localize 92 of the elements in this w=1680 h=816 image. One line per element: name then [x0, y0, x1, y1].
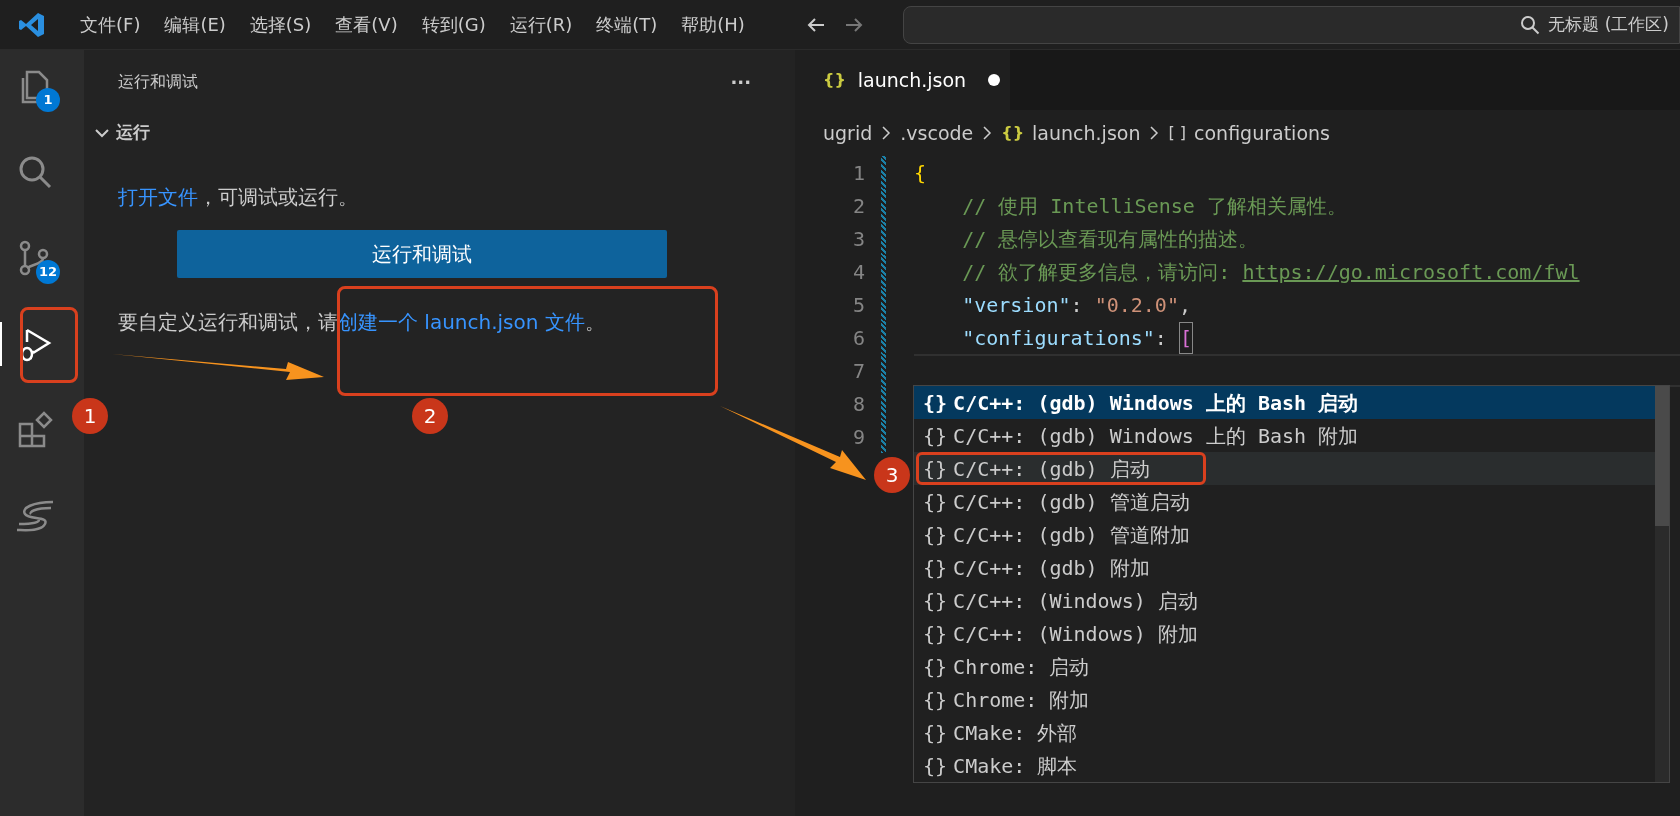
suggestion-item[interactable]: {} Chrome: 启动 — [914, 650, 1655, 683]
symbol-icon: {} — [1001, 121, 1025, 145]
menu-item[interactable]: 运行(R) — [497, 11, 585, 38]
suggestion-label: C/C++: (gdb) Windows 上的 Bash 附加 — [953, 422, 1359, 450]
suggestion-label: CMake: 脚本 — [953, 752, 1078, 780]
run-debug-button[interactable]: 运行和调试 — [177, 230, 667, 278]
braces-icon: {} — [923, 684, 948, 715]
braces-icon: {} — [923, 717, 948, 748]
suggestion-label: C/C++: (gdb) 管道附加 — [953, 521, 1190, 549]
suggestion-label: C/C++: (gdb) Windows 上的 Bash 启动 — [953, 389, 1359, 417]
code-text: { — [914, 159, 927, 187]
line-number: 1 — [851, 159, 865, 187]
chevron-icon — [981, 124, 994, 142]
code-text: // 悬停以查看现有属性的描述。 — [961, 225, 1259, 253]
suggestion-label: C/C++: (Windows) 启动 — [953, 587, 1198, 615]
more-actions[interactable]: ··· — [730, 68, 751, 96]
editor-tab[interactable]: {} launch.json — [795, 50, 1010, 110]
suggestion-item[interactable]: {} CMake: 脚本 — [914, 749, 1655, 782]
suggestion-item[interactable]: {} C/C++: (gdb) 管道附加 — [914, 518, 1655, 551]
line-number: 4 — [851, 258, 865, 286]
menu-item[interactable]: 文件(F) — [68, 11, 153, 38]
open-file-link[interactable]: 打开文件 — [118, 185, 198, 209]
suggestion-label: C/C++: (gdb) 启动 — [953, 455, 1150, 483]
open-file-text: 打开文件，可调试或运行。 — [117, 184, 359, 211]
code-text: , — [1178, 291, 1191, 319]
braces-icon: {} — [923, 387, 948, 418]
count-badge: 1 — [36, 88, 60, 112]
code-text: "0.2.0" — [1094, 291, 1179, 319]
suggestion-label: C/C++: (gdb) 附加 — [953, 554, 1150, 582]
breadcrumb-item[interactable]: .vscode — [900, 118, 974, 148]
code-text: : — [1070, 291, 1084, 319]
line-number: 5 — [851, 291, 865, 319]
line-number: 8 — [851, 390, 865, 418]
braces-icon: {} — [923, 750, 948, 781]
symbol-icon: [ ] — [1168, 121, 1187, 145]
suggestion-item[interactable]: {} Chrome: 附加 — [914, 683, 1655, 716]
code-text: https://go.microsoft.com/fwl — [1242, 258, 1580, 286]
customize-text: 要自定义运行和调试，请创建一个 launch.json 文件。 — [84, 307, 795, 337]
suggestion-item[interactable]: {} C/C++: (gdb) Windows 上的 Bash 启动 — [914, 386, 1655, 419]
suggestion-label: C/C++: (gdb) 管道启动 — [953, 488, 1190, 516]
suggestion-item[interactable]: {} C/C++: (gdb) 启动 — [914, 452, 1655, 485]
braces-icon: {} — [923, 585, 948, 616]
breadcrumb-item[interactable]: ugrid — [823, 118, 873, 148]
code-text: : — [1154, 324, 1168, 352]
line-number: 9 — [851, 423, 865, 451]
braces-icon: {} — [923, 651, 948, 682]
sidebar-title: 运行和调试 — [118, 71, 198, 93]
breadcrumb-item[interactable]: configurations — [1194, 118, 1330, 148]
menu-item[interactable]: 转到(G) — [409, 11, 498, 38]
json-file-icon: {} — [823, 68, 846, 92]
suggestion-item[interactable]: {} C/C++: (gdb) 附加 — [914, 551, 1655, 584]
menu-item[interactable]: 终端(T) — [584, 11, 670, 38]
braces-icon: {} — [923, 552, 948, 583]
code-text: [ — [1178, 321, 1193, 354]
suggestion-label: Chrome: 附加 — [953, 686, 1090, 714]
suggestion-item[interactable]: {} C/C++: (gdb) 管道启动 — [914, 485, 1655, 518]
suggestion-item[interactable]: {} C/C++: (Windows) 启动 — [914, 584, 1655, 617]
chevron-icon — [1148, 124, 1161, 142]
line-number: 6 — [851, 324, 865, 352]
suggestion-item[interactable]: {} C/C++: (Windows) 附加 — [914, 617, 1655, 650]
braces-icon: {} — [923, 453, 948, 484]
app-logo-icon — [18, 10, 46, 39]
line-number: 3 — [851, 225, 865, 253]
code-text: "configurations" — [961, 324, 1155, 352]
menu-item[interactable]: 查看(V) — [323, 11, 410, 38]
section-title[interactable]: 运行 — [116, 120, 150, 146]
braces-icon: {} — [923, 420, 948, 451]
line-number: 7 — [851, 357, 865, 385]
suggestion-label: Chrome: 启动 — [953, 653, 1090, 681]
count-badge: 12 — [36, 260, 61, 284]
search-value: 无标题 (工作区) — [1548, 12, 1669, 36]
suggestion-label: CMake: 外部 — [953, 719, 1078, 747]
code-text: "version" — [961, 291, 1071, 319]
chevron-icon — [880, 124, 893, 142]
menu-item[interactable]: 选择(S) — [237, 11, 324, 38]
braces-icon: {} — [923, 618, 948, 649]
braces-icon: {} — [923, 519, 948, 550]
line-number: 2 — [851, 192, 865, 220]
suggestion-item[interactable]: {} C/C++: (gdb) Windows 上的 Bash 附加 — [914, 419, 1655, 452]
search-field[interactable]: 无标题 (工作区) — [902, 5, 1680, 44]
search-icon — [1520, 14, 1541, 35]
suggestion-item[interactable]: {} CMake: 外部 — [914, 716, 1655, 749]
breadcrumb-item[interactable]: launch.json — [1032, 118, 1141, 148]
create-launch-link[interactable]: 创建一个 launch.json 文件 — [338, 310, 585, 334]
code-text: // 欲了解更多信息，请访问: — [961, 258, 1232, 286]
code-text: // 使用 IntelliSense 了解相关属性。 — [961, 192, 1347, 220]
menu-item[interactable]: 帮助(H) — [669, 11, 757, 38]
scrollbar-thumb[interactable] — [1655, 386, 1669, 526]
tab-label: launch.json — [857, 67, 967, 93]
suggestion-label: C/C++: (Windows) 附加 — [953, 620, 1198, 648]
braces-icon: {} — [923, 486, 948, 517]
menu-item[interactable]: 编辑(E) — [152, 11, 238, 38]
